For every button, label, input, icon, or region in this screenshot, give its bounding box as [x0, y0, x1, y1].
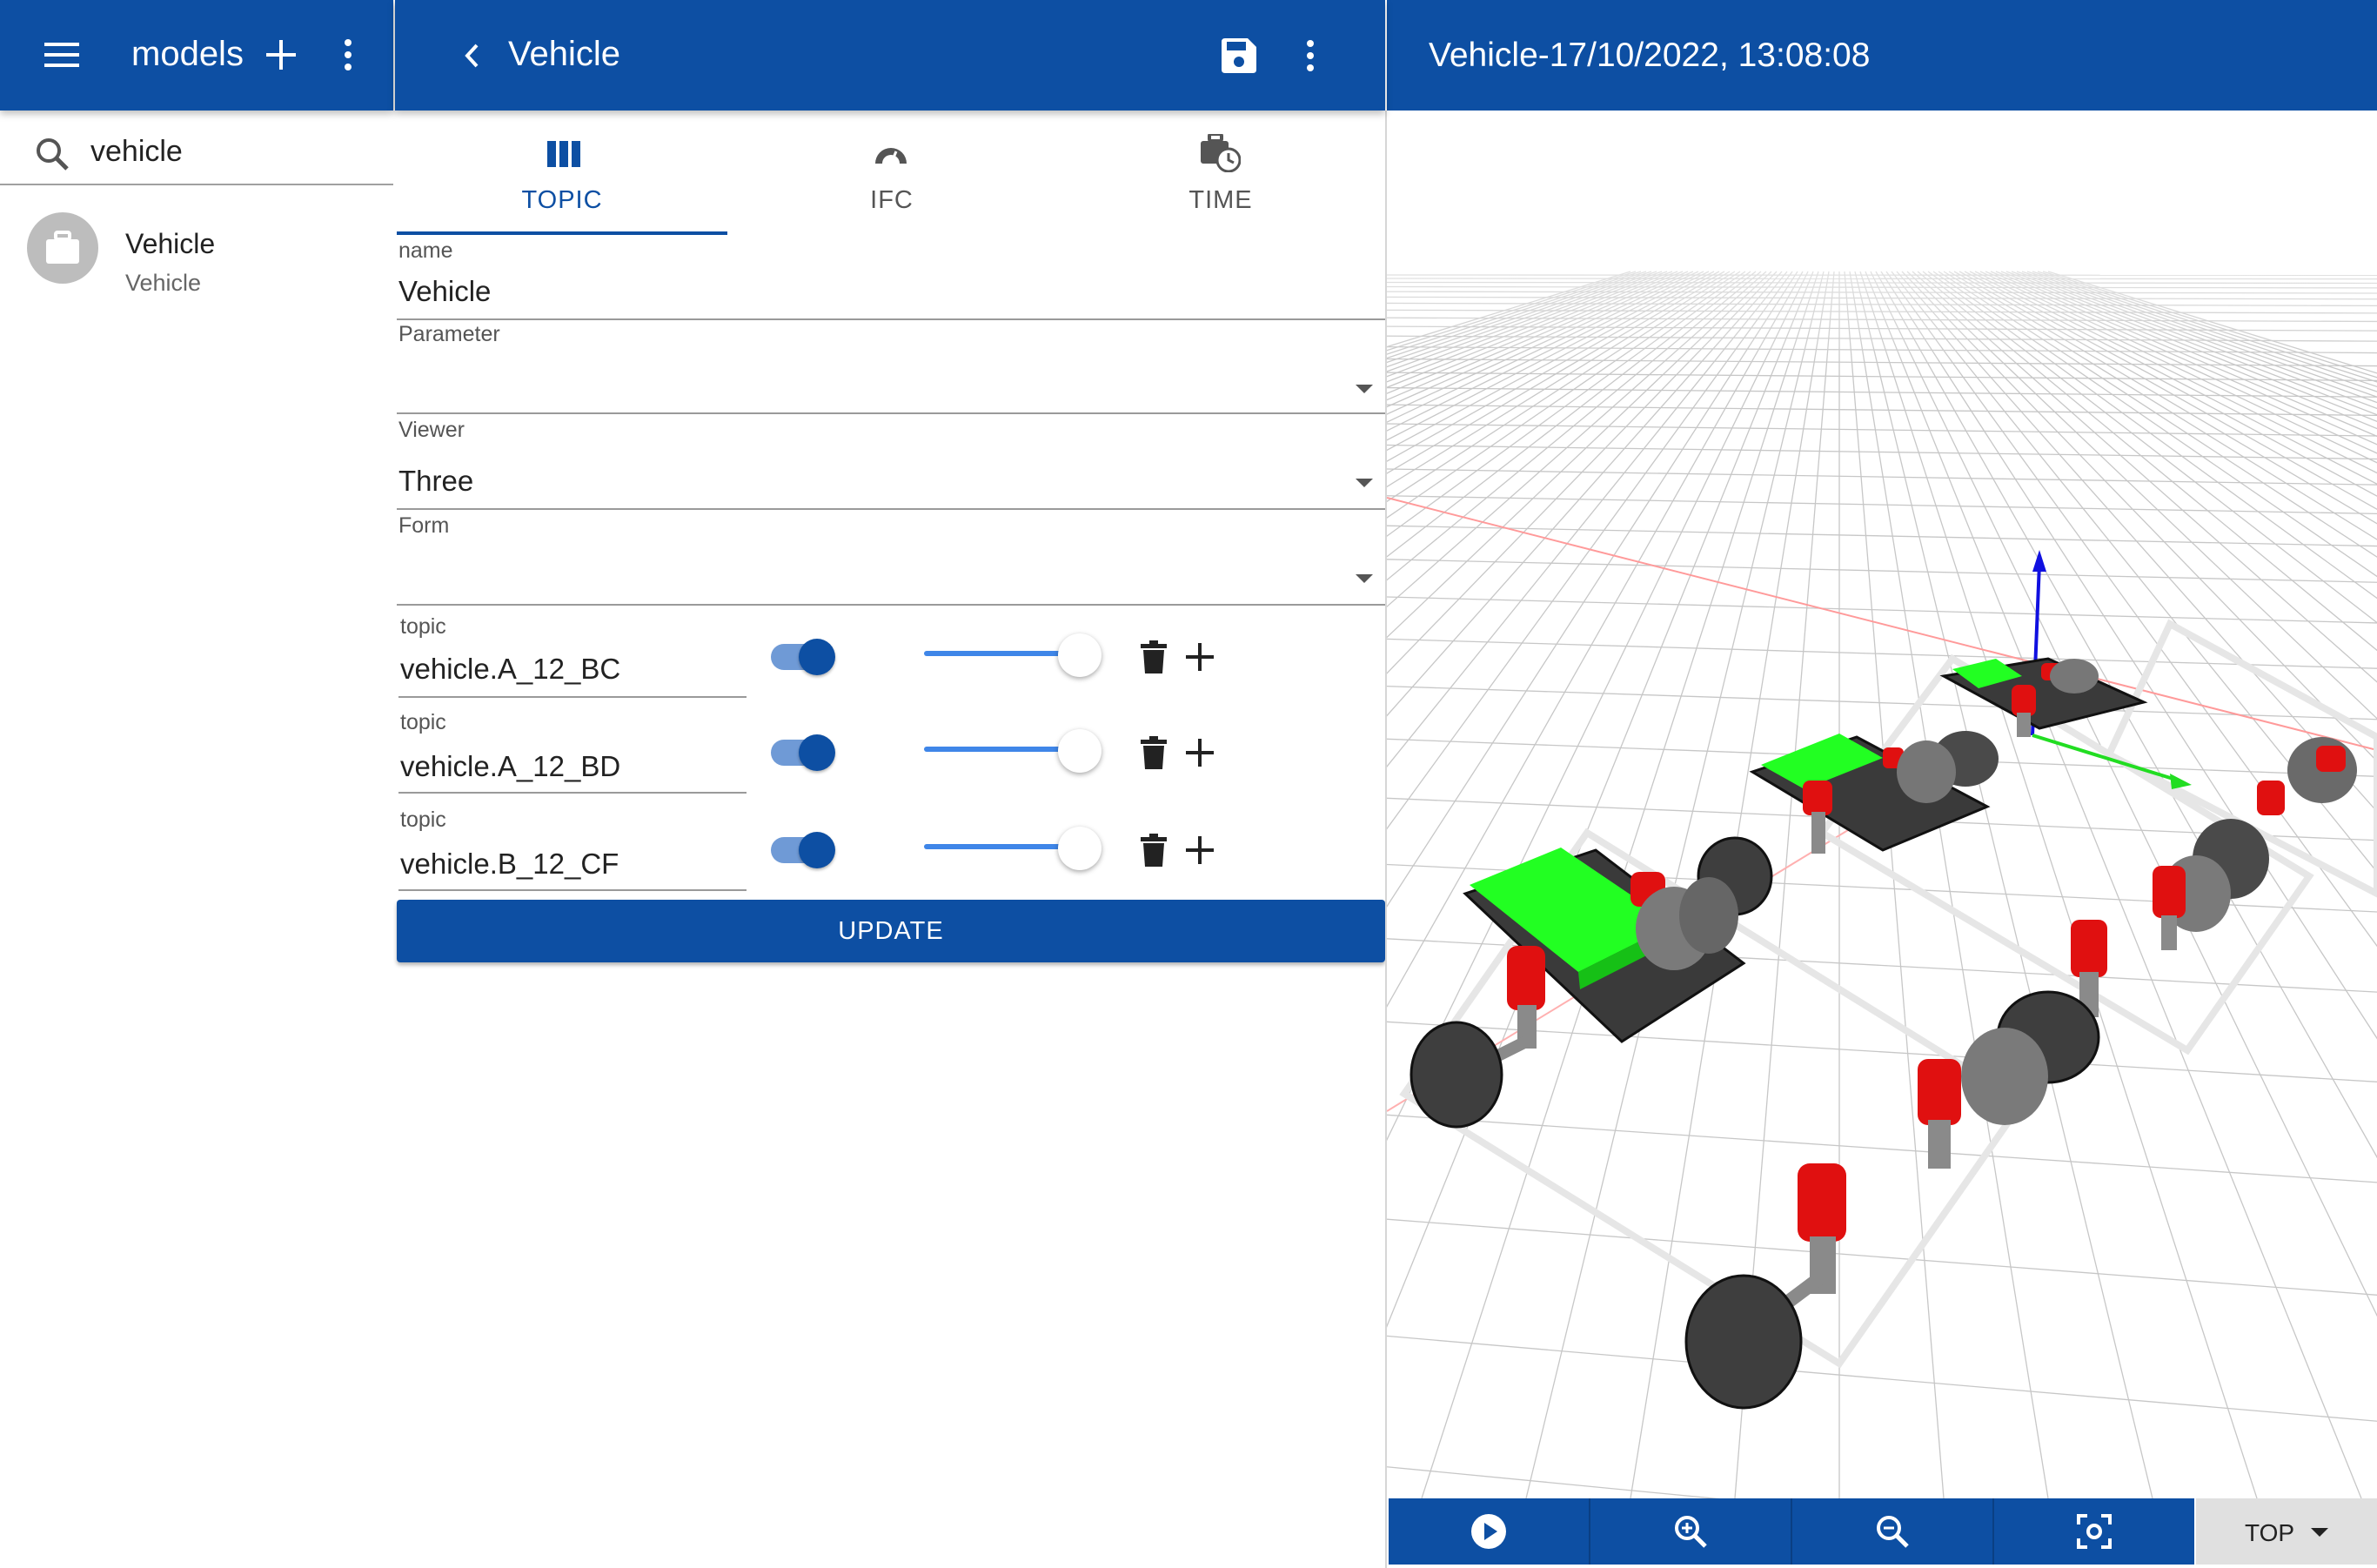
editor-title: Vehicle — [508, 35, 620, 73]
focus-frame-icon — [2077, 1514, 2112, 1549]
trash-icon — [1141, 640, 1167, 673]
topic-field-value: vehicle.A_12_BC — [400, 653, 621, 685]
dropdown-arrow-icon — [2311, 1528, 2328, 1537]
editor-appbar: Vehicle — [395, 0, 1385, 111]
slider-thumb — [1058, 633, 1101, 677]
list-item[interactable]: Vehicle Vehicle — [0, 200, 393, 305]
plus-icon — [1186, 739, 1214, 767]
plus-icon — [1186, 643, 1214, 671]
viewer-title: Vehicle-17/10/2022, 13:08:08 — [1429, 37, 1871, 74]
tab-topic[interactable]: TOPIC — [397, 113, 727, 237]
viewer-toolbar: TOP — [1389, 1498, 2377, 1565]
slider-thumb — [1058, 729, 1101, 773]
slider-track — [924, 844, 1068, 849]
menu-icon[interactable] — [33, 33, 90, 77]
name-field-value: Vehicle — [398, 275, 492, 307]
list-item-subtitle: Vehicle — [125, 270, 202, 296]
form-select[interactable]: Form — [397, 510, 1385, 606]
dropdown-arrow-icon — [1356, 385, 1373, 393]
topic-field-label: topic — [400, 614, 446, 639]
play-button[interactable] — [1389, 1498, 1590, 1565]
name-field[interactable]: name Vehicle — [397, 237, 1385, 320]
delete-topic-button[interactable] — [1136, 733, 1171, 773]
add-topic-button[interactable] — [1180, 830, 1220, 870]
briefcase-icon — [46, 231, 79, 264]
models-appbar: models — [0, 0, 393, 111]
columns-icon — [547, 141, 580, 167]
parameter-select[interactable]: Parameter — [397, 320, 1385, 414]
viewer-select-value: Three — [398, 465, 474, 497]
chevron-left-icon — [465, 44, 479, 68]
topic-field-label: topic — [400, 710, 446, 734]
save-button[interactable] — [1218, 35, 1260, 77]
parameter-select-label: Parameter — [398, 322, 500, 346]
update-button[interactable]: UPDATE — [397, 900, 1385, 962]
name-field-label: name — [398, 238, 453, 263]
topic-opacity-slider[interactable] — [924, 821, 1101, 874]
viewer-select-label: Viewer — [398, 418, 465, 442]
view-select-value: TOP — [2245, 1519, 2295, 1546]
back-button[interactable] — [452, 35, 491, 77]
tab-time-label: TIME — [1188, 186, 1253, 214]
models-title: models — [131, 35, 244, 73]
topic-field[interactable]: topic vehicle.B_12_CF — [398, 806, 747, 891]
search-bar — [0, 111, 393, 185]
trash-icon — [1141, 736, 1167, 769]
search-input[interactable] — [90, 130, 378, 173]
tab-active-indicator — [397, 231, 727, 235]
slider-thumb — [1058, 827, 1101, 870]
trash-icon — [1141, 834, 1167, 867]
topic-visibility-toggle[interactable] — [766, 633, 861, 677]
tab-ifc[interactable]: IFC — [727, 113, 1056, 237]
delete-topic-button[interactable] — [1136, 637, 1171, 677]
form-select-label: Form — [398, 513, 450, 538]
tab-time[interactable]: TIME — [1056, 113, 1385, 237]
topic-field-value: vehicle.B_12_CF — [400, 848, 619, 880]
clock-bag-icon — [1201, 134, 1241, 172]
avatar — [27, 212, 98, 284]
topic-row: topic vehicle.A_12_BC — [397, 611, 1385, 698]
topic-field[interactable]: topic vehicle.A_12_BD — [398, 708, 747, 794]
tab-topic-label: TOPIC — [521, 186, 603, 214]
more-vert-icon[interactable] — [331, 33, 365, 77]
slider-track — [924, 651, 1068, 656]
zoom-in-icon — [1675, 1516, 1707, 1548]
zoom-out-icon — [1877, 1516, 1909, 1548]
toggle-thumb — [799, 734, 835, 771]
search-icon — [35, 137, 70, 171]
toggle-thumb — [799, 639, 835, 675]
add-topic-button[interactable] — [1180, 733, 1220, 773]
fit-view-button[interactable] — [1994, 1498, 2194, 1565]
view-select[interactable]: TOP — [2196, 1498, 2377, 1565]
play-circle-icon — [1471, 1514, 1506, 1549]
topic-field[interactable]: topic vehicle.A_12_BC — [398, 611, 747, 698]
delete-topic-button[interactable] — [1136, 830, 1171, 870]
save-icon — [1222, 38, 1256, 73]
zoom-in-button[interactable] — [1590, 1498, 1792, 1565]
topic-opacity-slider[interactable] — [924, 628, 1101, 680]
slider-track — [924, 747, 1068, 752]
toggle-thumb — [799, 832, 835, 868]
gauge-icon — [875, 148, 907, 164]
topic-field-label: topic — [400, 807, 446, 832]
zoom-out-button[interactable] — [1792, 1498, 1994, 1565]
dropdown-arrow-icon — [1356, 479, 1373, 487]
add-model-button[interactable] — [259, 33, 303, 77]
add-topic-button[interactable] — [1180, 637, 1220, 677]
topic-visibility-toggle[interactable] — [766, 827, 861, 870]
list-item-title: Vehicle — [125, 228, 216, 259]
topic-field-value: vehicle.A_12_BD — [400, 750, 621, 782]
viewer-appbar: Vehicle-17/10/2022, 13:08:08 — [1387, 0, 2377, 111]
topic-row: topic vehicle.B_12_CF — [397, 806, 1385, 893]
topic-row: topic vehicle.A_12_BD — [397, 708, 1385, 795]
tab-ifc-label: IFC — [870, 186, 914, 214]
dropdown-arrow-icon — [1356, 574, 1373, 583]
editor-more-vert-icon[interactable] — [1293, 35, 1328, 77]
plus-icon — [1186, 836, 1214, 864]
topic-opacity-slider[interactable] — [924, 724, 1101, 776]
three-viewport[interactable] — [1387, 111, 2377, 1498]
tab-bar: TOPIC IFC TIME — [397, 113, 1385, 237]
topic-visibility-toggle[interactable] — [766, 729, 861, 773]
viewer-select[interactable]: Viewer Three — [397, 414, 1385, 510]
